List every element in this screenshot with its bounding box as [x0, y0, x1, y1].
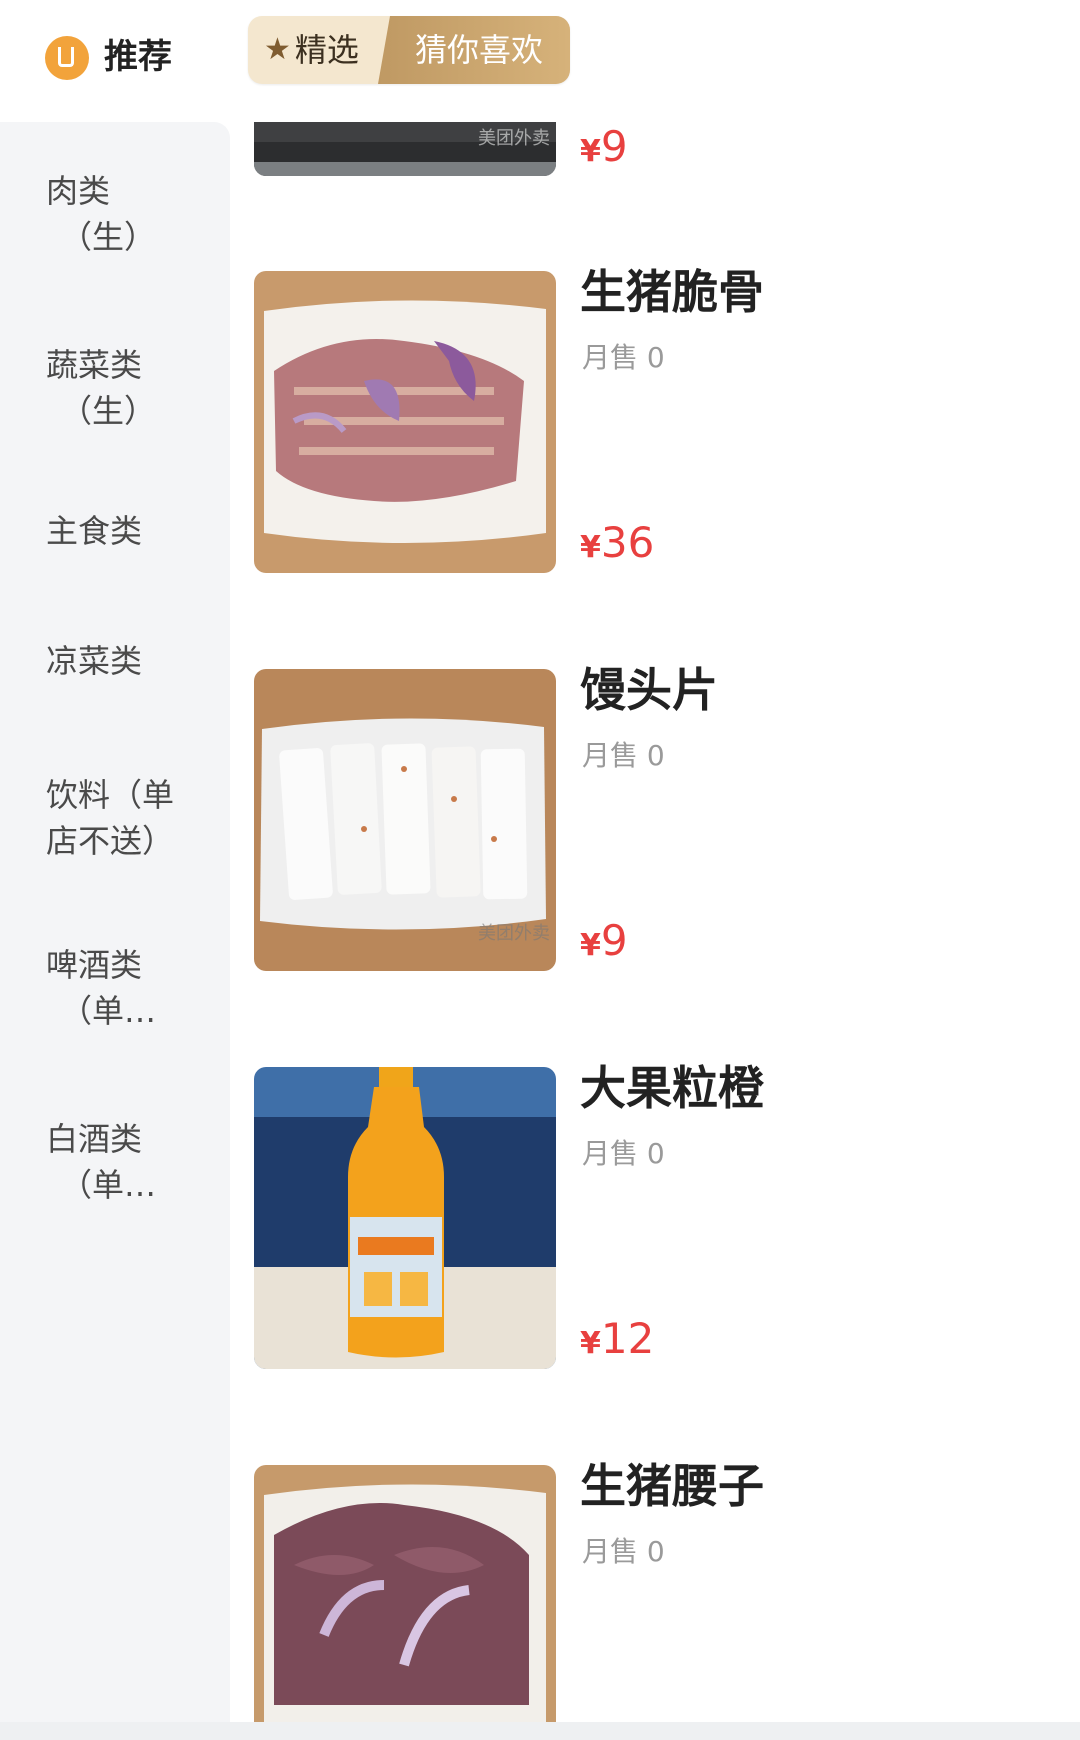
product-sales: 月售 0 — [582, 1535, 665, 1568]
product-sales: 月售 0 — [582, 739, 665, 772]
sidebar-item-label: 白酒类 — [46, 1120, 143, 1158]
sidebar-item-liquor[interactable]: 白酒类 （单… — [46, 1116, 206, 1208]
price-symbol: ¥ — [580, 928, 601, 963]
recommend-label[interactable]: 推荐 — [104, 30, 172, 84]
product-price: ¥9 — [580, 916, 628, 971]
segmented-control: ★ 精选 猜你喜欢 — [248, 16, 570, 84]
product-image-pork-kidney[interactable] — [254, 1465, 556, 1722]
sidebar-item-cold-dishes[interactable]: 凉菜类 — [46, 638, 206, 684]
price-symbol: ¥ — [580, 134, 601, 169]
sidebar-item-sublabel: （生） — [60, 218, 157, 256]
top-bar: 推荐 ★ 精选 猜你喜欢 — [0, 0, 1080, 122]
sidebar-item-staples[interactable]: 主食类 — [46, 508, 206, 554]
product-name: 生猪脆骨 — [580, 265, 764, 319]
sidebar-item-label: 凉菜类 — [46, 642, 143, 680]
watermark-text: 美团外卖 — [478, 128, 550, 149]
sidebar-item-label: 啤酒类 — [46, 946, 143, 984]
sidebar-item-vegetables[interactable]: 蔬菜类 （生） — [46, 342, 206, 434]
app-root: 推荐 ★ 精选 猜你喜欢 肉类 （生） 蔬菜类 （生） 主食类 凉菜类 饮料（单 — [0, 0, 1080, 1740]
price-symbol: ¥ — [580, 1326, 601, 1361]
price-value: 12 — [600, 1314, 655, 1363]
price-value: 9 — [600, 122, 628, 171]
orange-juice-bottle-photo — [254, 1067, 556, 1369]
sidebar-item-label: 肉类 — [46, 172, 111, 210]
sidebar-item-beer[interactable]: 啤酒类 （单… — [46, 942, 206, 1034]
product-sales: 月售 0 — [582, 341, 665, 374]
raw-pork-cartilage-photo — [254, 271, 556, 573]
category-sidebar: 肉类 （生） 蔬菜类 （生） 主食类 凉菜类 饮料（单 店不送） 啤酒类 （单…… — [0, 122, 230, 1740]
sidebar-item-sublabel: （生） — [60, 392, 157, 430]
product-price: ¥36 — [580, 518, 654, 573]
sidebar-item-sublabel: 店不送） — [46, 822, 175, 860]
sidebar-item-meat[interactable]: 肉类 （生） — [46, 168, 206, 260]
sidebar-item-label: 蔬菜类 — [46, 346, 143, 384]
segment-featured-label: 精选 — [294, 31, 359, 69]
bottom-bar — [0, 1722, 1080, 1740]
watermark-text: 美团外卖 — [478, 923, 550, 944]
product-image-steamed-bread[interactable]: 美团外卖 — [254, 669, 556, 971]
recommend-icon — [45, 36, 89, 80]
product-price: ¥12 — [580, 1314, 654, 1369]
product-image-orange-juice[interactable] — [254, 1067, 556, 1369]
product-price: ¥9 — [580, 122, 628, 177]
segment-guess-label: 猜你喜欢 — [414, 31, 543, 69]
raw-pork-kidney-photo — [254, 1465, 556, 1722]
sidebar-item-label: 主食类 — [46, 512, 143, 550]
product-name: 大果粒橙 — [580, 1061, 764, 1115]
product-name: 馒头片 — [580, 663, 718, 717]
price-value: 9 — [600, 916, 628, 965]
product-image-grill[interactable]: 美团外卖 — [254, 122, 556, 176]
star-icon: ★ — [264, 32, 291, 67]
product-image-pork-cartilage[interactable] — [254, 271, 556, 573]
segment-guess-you-like[interactable]: 猜你喜欢 — [378, 16, 570, 84]
sidebar-item-label: 饮料（单 — [46, 776, 175, 814]
price-symbol: ¥ — [580, 530, 601, 565]
sidebar-item-sublabel: （单… — [60, 992, 157, 1030]
price-value: 36 — [600, 518, 655, 567]
segment-featured[interactable]: ★ 精选 — [248, 16, 384, 84]
product-sales: 月售 0 — [582, 1137, 665, 1170]
sidebar-item-drinks[interactable]: 饮料（单 店不送） — [46, 772, 206, 864]
product-name: 生猪腰子 — [580, 1459, 764, 1513]
sidebar-item-sublabel: （单… — [60, 1166, 157, 1204]
